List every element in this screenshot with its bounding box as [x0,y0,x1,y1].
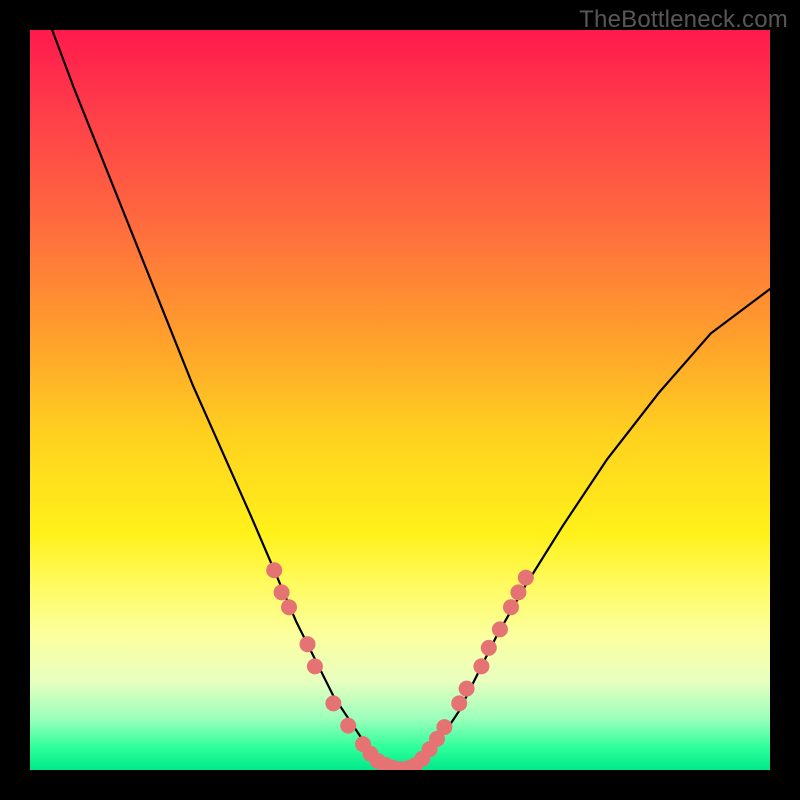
marker-right-11 [503,599,519,615]
marker-right-7 [459,681,475,697]
marker-right-13 [518,570,534,586]
marker-left-0 [266,562,282,578]
marker-left-2 [281,599,297,615]
marker-right-8 [473,658,489,674]
watermark-text: TheBottleneck.com [579,6,788,34]
marker-left-5 [325,695,341,711]
marker-left-6 [340,718,356,734]
series-left-curve [52,30,400,770]
marker-right-12 [510,584,526,600]
marker-right-9 [481,640,497,656]
marker-right-6 [451,695,467,711]
marker-right-10 [492,621,508,637]
chart-svg [30,30,770,770]
marker-left-3 [300,636,316,652]
marker-left-1 [274,584,290,600]
plot-area [30,30,770,770]
marker-left-4 [307,658,323,674]
chart-stage: TheBottleneck.com [0,0,800,800]
marker-right-5 [436,719,452,735]
